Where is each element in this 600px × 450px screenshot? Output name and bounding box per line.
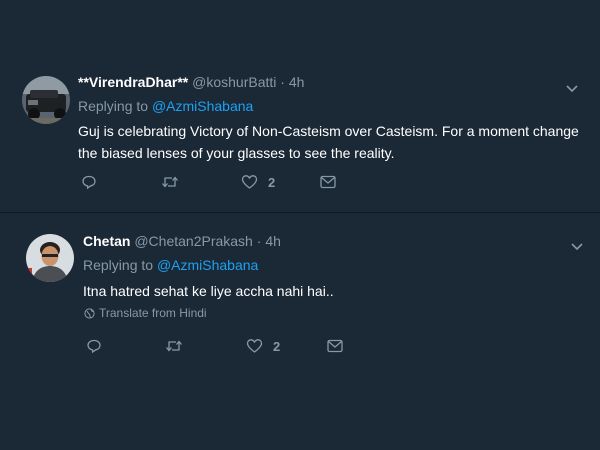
reply-icon bbox=[87, 339, 101, 354]
chevron-down-icon[interactable] bbox=[571, 238, 583, 251]
retweet-icon bbox=[162, 176, 178, 188]
mention-link[interactable]: @AzmiShabana bbox=[157, 257, 258, 273]
replying-to: Replying to @AzmiShabana bbox=[83, 257, 258, 273]
reply-button[interactable] bbox=[81, 174, 97, 190]
display-name[interactable]: Chetan bbox=[83, 233, 130, 249]
direct-message-button[interactable] bbox=[327, 339, 343, 353]
translate-label[interactable]: Translate from Hindi bbox=[99, 306, 207, 320]
envelope-icon bbox=[327, 339, 343, 353]
reply-button[interactable] bbox=[86, 338, 102, 354]
tweet-text: Guj is celebrating Victory of Non-Castei… bbox=[78, 123, 579, 161]
heart-icon bbox=[246, 339, 263, 353]
retweet-button[interactable] bbox=[161, 174, 179, 190]
tweet-header: **VirendraDhar** @koshurBatti · 4h bbox=[78, 74, 304, 90]
like-button[interactable]: 2 bbox=[246, 338, 280, 354]
retweet-button[interactable] bbox=[165, 338, 183, 354]
retweet-icon bbox=[166, 340, 182, 352]
mention-link[interactable]: @AzmiShabana bbox=[152, 98, 253, 114]
user-handle[interactable]: @koshurBatti bbox=[192, 74, 276, 90]
tweet-header: Chetan @Chetan2Prakash · 4h bbox=[83, 233, 281, 249]
replying-prefix: Replying to bbox=[78, 98, 149, 114]
user-handle[interactable]: @Chetan2Prakash bbox=[134, 233, 253, 249]
timestamp[interactable]: 4h bbox=[289, 74, 305, 90]
heart-icon bbox=[241, 175, 258, 189]
tweet-2[interactable]: Chetan @Chetan2Prakash · 4h Replying to … bbox=[0, 226, 600, 406]
avatar[interactable] bbox=[22, 76, 70, 124]
display-name[interactable]: **VirendraDhar** bbox=[78, 74, 188, 90]
separator-dot: · bbox=[280, 74, 285, 90]
timestamp[interactable]: 4h bbox=[265, 233, 281, 249]
like-button[interactable]: 2 bbox=[241, 174, 275, 190]
globe-icon bbox=[84, 308, 95, 319]
reply-icon bbox=[82, 175, 96, 190]
like-count: 2 bbox=[268, 174, 276, 190]
envelope-icon bbox=[320, 175, 336, 189]
chevron-down-icon[interactable] bbox=[566, 80, 578, 93]
like-count: 2 bbox=[273, 338, 281, 354]
replying-prefix: Replying to bbox=[83, 257, 154, 273]
separator-dot: · bbox=[256, 233, 262, 249]
tweet-text: Itna hatred sehat ke liye accha nahi hai… bbox=[83, 283, 334, 299]
direct-message-button[interactable] bbox=[320, 175, 336, 189]
avatar[interactable] bbox=[26, 234, 74, 282]
translate-link[interactable]: Translate from Hindi bbox=[84, 306, 207, 320]
replying-to: Replying to @AzmiShabana bbox=[78, 98, 253, 114]
tweet-1[interactable]: **VirendraDhar** @koshurBatti · 4h Reply… bbox=[0, 62, 600, 213]
